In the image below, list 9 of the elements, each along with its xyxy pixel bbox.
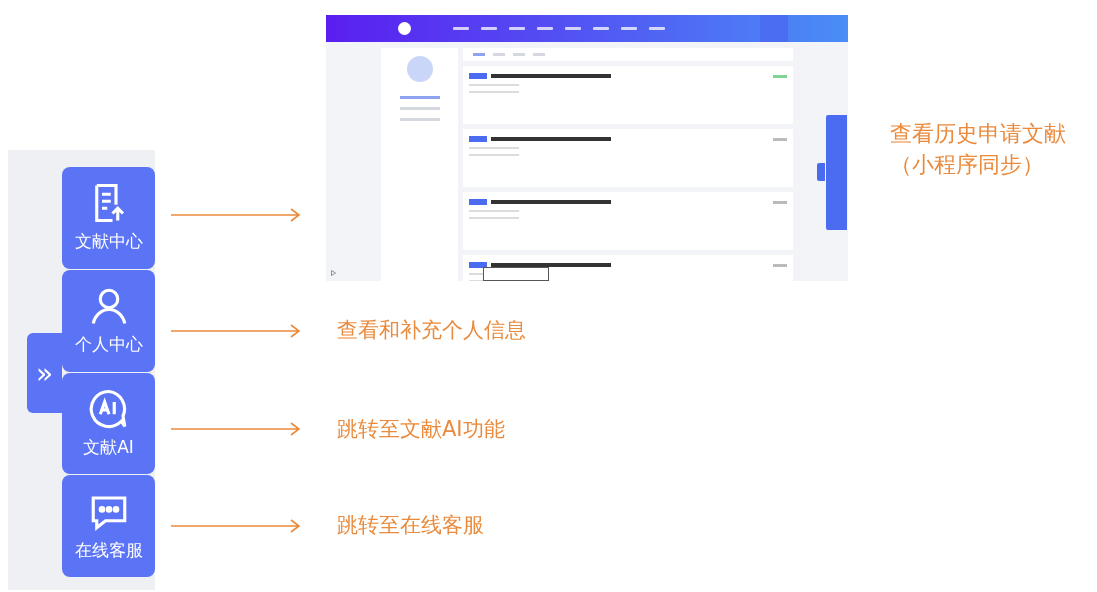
menu-item[interactable]: 在线客服 (62, 475, 155, 577)
menu-item[interactable]: 个人中心 (62, 269, 155, 372)
expand-button[interactable]: » (27, 333, 62, 413)
menu-item[interactable]: 文献中心 (62, 167, 155, 269)
callout-text: 查看历史申请文献 （小程序同步） (890, 120, 1066, 179)
callout-text: 跳转至在线客服 (337, 512, 484, 539)
menu-item[interactable]: 文献AI (62, 372, 155, 475)
callout-text: 跳转至文献AI功能 (337, 416, 505, 443)
callout-text: 查看和补充个人信息 (337, 317, 526, 344)
